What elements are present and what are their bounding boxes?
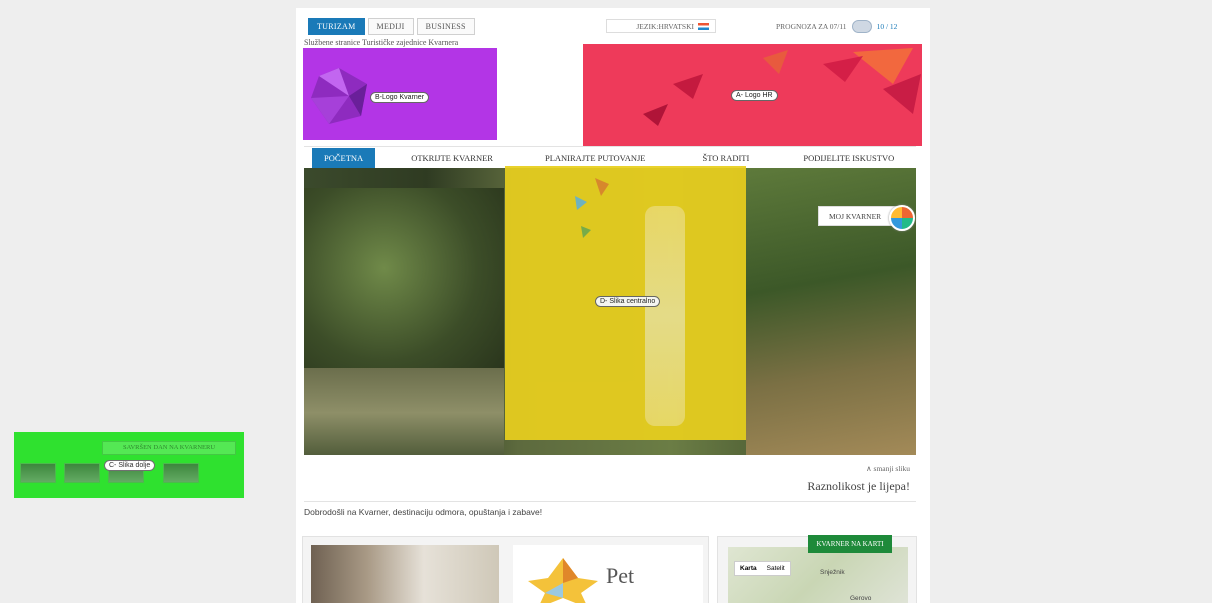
map-place-snjeznik: Snježnik	[820, 569, 845, 576]
tab-mediji[interactable]: MEDIJI	[367, 18, 414, 35]
map-tab-karta[interactable]: Karta	[735, 562, 762, 575]
logo-hr-region[interactable]: A- Logo HR	[583, 44, 922, 146]
rain-cloud-icon	[851, 20, 872, 33]
map-type-tabs: Karta Satelit	[734, 561, 791, 576]
featured-panel: Pet	[302, 536, 709, 603]
weather-forecast: PROGNOZA ZA 07/11 10 / 12	[776, 20, 897, 33]
hero-stream	[304, 368, 504, 455]
croatian-flag-icon	[698, 22, 709, 30]
smanji-sliku-label: smanji sliku	[873, 464, 910, 473]
people-photo[interactable]	[311, 545, 499, 603]
nav-pocetna[interactable]: POČETNA	[312, 148, 376, 168]
map-tab-satelit[interactable]: Satelit	[762, 562, 790, 575]
tab-business[interactable]: BUSINESS	[416, 18, 475, 35]
weather-temp: 10 / 12	[876, 22, 898, 31]
savrsen-dan-label: SAVRŠEN DAN NA KVARNERU	[102, 441, 236, 455]
bottom-image-region[interactable]: SAVRŠEN DAN NA KVARNERU C- Slika dolje	[14, 432, 244, 498]
star-logo-icon	[528, 558, 598, 603]
site-subtitle: Službene stranice Turističke zajednice K…	[304, 38, 459, 47]
kvarner-na-karti-button[interactable]: KVARNER NA KARTI	[808, 535, 892, 553]
logo-kvarner-label: B-Logo Kvarner	[370, 92, 430, 103]
tab-turizam[interactable]: TURIZAM	[308, 18, 365, 35]
map-place-gerovo: Gerovo	[850, 595, 872, 602]
nav-otkrijte-kvarner[interactable]: OTKRIJTE KVARNER	[405, 153, 499, 163]
map-panel: Karta Satelit Snježnik Gerovo KVARNER NA…	[717, 535, 917, 603]
color-wheel-icon	[889, 205, 915, 231]
language-selector[interactable]: JEZIK:HRVATSKI	[606, 19, 716, 33]
central-image-label: D- Slika centralno	[595, 296, 661, 307]
kvarner-logo-icon	[311, 68, 367, 124]
thumbnail-1[interactable]	[20, 463, 56, 483]
central-image-region[interactable]: D- Slika centralno	[505, 166, 746, 440]
welcome-text: Dobrodošli na Kvarner, destinaciju odmor…	[304, 507, 543, 517]
thumbnail-4[interactable]	[163, 463, 199, 483]
map[interactable]: Karta Satelit Snježnik Gerovo	[728, 547, 908, 603]
nav-planirajte-putovanje[interactable]: PLANIRAJTE PUTOVANJE	[539, 153, 652, 163]
thumbnail-2[interactable]	[64, 463, 100, 483]
tagline: Raznolikost je lijepa!	[807, 479, 910, 493]
logo-hr-label: A- Logo HR	[731, 90, 778, 101]
bottom-image-label: C- Slika dolje	[104, 460, 156, 471]
nav-sto-raditi[interactable]: ŠTO RADITI	[697, 153, 756, 163]
hero-caption-strip: ∧ smanji sliku Raznolikost je lijepa!	[304, 455, 916, 502]
pet-zvjezdica-promo[interactable]: Pet	[513, 545, 703, 603]
smanji-sliku-link[interactable]: ∧ smanji sliku	[866, 464, 910, 473]
top-tabs: TURIZAM MEDIJI BUSINESS	[308, 18, 475, 35]
moj-kvarner-button[interactable]: MOJ KVARNER	[818, 205, 915, 231]
moj-kvarner-label: MOJ KVARNER	[829, 211, 882, 221]
hero-rocks	[304, 188, 504, 388]
weather-label: PROGNOZA ZA 07/11	[776, 22, 847, 31]
language-label: JEZIK:HRVATSKI	[636, 21, 694, 31]
nav-podijelite-iskustvo[interactable]: PODIJELITE ISKUSTVO	[797, 153, 900, 163]
pet-label: Pet	[606, 563, 635, 588]
logo-kvarner-region[interactable]: B-Logo Kvarner	[303, 48, 497, 140]
